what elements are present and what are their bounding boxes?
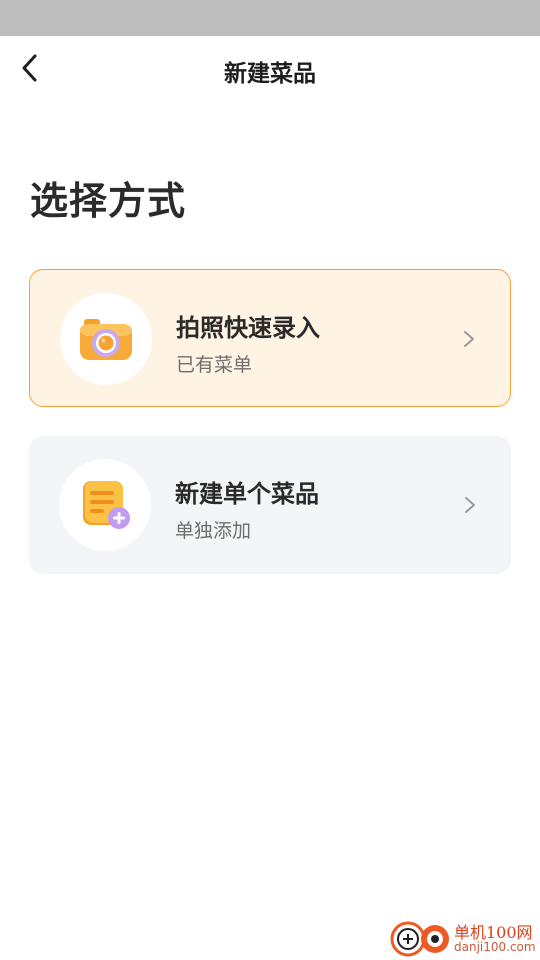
- single-dish-option[interactable]: 新建单个菜品 单独添加: [29, 436, 511, 574]
- add-document-icon: [83, 481, 130, 529]
- page: 新建菜品 选择方式 拍照快速录入 已有菜单 新建单个菜品 单独添加 单机100网…: [0, 0, 540, 960]
- option-title: 拍照快速录入: [176, 314, 320, 342]
- page-title: 新建菜品: [224, 61, 316, 87]
- icon-circle: [59, 459, 151, 551]
- section-title: 选择方式: [30, 179, 187, 223]
- option-subtitle: 已有菜单: [176, 354, 253, 376]
- watermark-url: danji100.com: [454, 940, 536, 954]
- photo-entry-option[interactable]: 拍照快速录入 已有菜单: [29, 269, 511, 407]
- nav-bar: 新建菜品: [0, 36, 540, 102]
- watermark: 单机100网 danji100.com: [390, 915, 540, 960]
- chevron-right-icon: [464, 331, 474, 347]
- status-bar: [0, 0, 540, 36]
- camera-icon: [80, 319, 132, 360]
- icon-circle: [60, 293, 152, 385]
- chevron-right-icon: [465, 497, 475, 513]
- option-title: 新建单个菜品: [175, 480, 319, 508]
- option-subtitle: 单独添加: [175, 520, 252, 542]
- watermark-logo-icon: [390, 921, 449, 957]
